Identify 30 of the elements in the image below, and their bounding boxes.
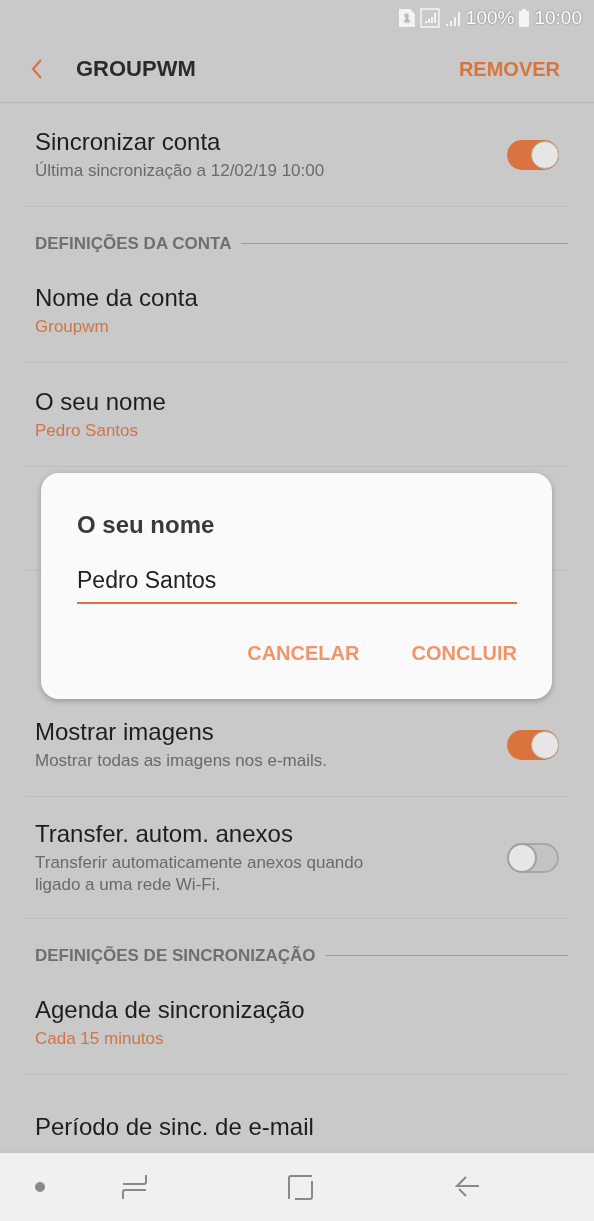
setting-title[interactable]: Agenda de sincronização (35, 995, 559, 1025)
setting-description: Última sincronização a 12/02/19 10:00 (35, 160, 326, 182)
home-icon[interactable] (288, 1174, 313, 1200)
setting-title[interactable]: Mostrar imagens (35, 717, 507, 747)
setting-title[interactable]: O seu nome (35, 387, 559, 417)
signal-icon (419, 8, 440, 28)
setting-description: Mostrar todas as imagens nos e-mails. (35, 750, 328, 772)
setting-description: Transferir automaticamente anexos quando ligado a uma rede Wi-Fi. (35, 852, 365, 896)
back-icon[interactable] (30, 58, 44, 80)
section-heading: DEFINIÇÕES DA CONTA (35, 233, 232, 254)
toggle-switch[interactable] (507, 729, 559, 760)
setting-title[interactable]: Sincronizar conta (35, 127, 507, 157)
setting-value: Cada 15 minutos (35, 1028, 165, 1050)
toggle-switch[interactable] (507, 842, 559, 873)
dot-icon (35, 1182, 45, 1192)
setting-value: Groupwm (35, 316, 110, 338)
signal-icon (444, 9, 461, 27)
battery-icon (519, 9, 530, 27)
setting-value: Pedro Santos (35, 420, 139, 442)
section-heading: DEFINIÇÕES DE SINCRONIZAÇÃO (35, 945, 316, 966)
name-input-field[interactable]: Pedro Santos (77, 567, 517, 604)
back-arrow-icon[interactable] (455, 1176, 480, 1198)
dialog-title: O seu nome (77, 511, 216, 539)
toggle-switch[interactable] (507, 139, 559, 170)
setting-title[interactable]: Transfer. autom. anexos (35, 819, 507, 849)
screen-title: GROUPWM (76, 56, 197, 82)
setting-title[interactable]: Período de sinc. de e-mail (35, 1111, 559, 1142)
setting-title[interactable]: Nome da conta (35, 283, 559, 313)
sim-card-icon: 1 (398, 9, 415, 27)
recent-apps-icon[interactable] (122, 1174, 147, 1200)
